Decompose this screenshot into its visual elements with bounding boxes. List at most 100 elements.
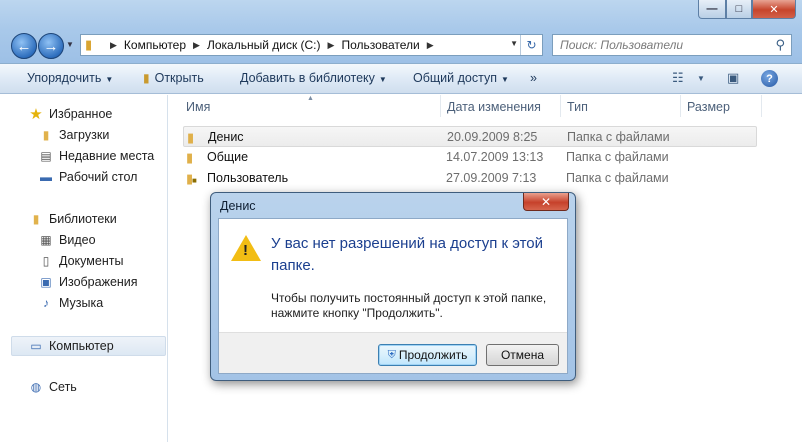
open-folder-icon: ▮	[143, 71, 150, 85]
sort-ascending-icon: ▲	[307, 95, 314, 102]
column-divider[interactable]	[560, 95, 561, 117]
dialog-title: Денис	[220, 199, 256, 213]
pictures-icon: ▣	[40, 275, 52, 289]
sidebar-item-recent-places[interactable]: ▤ Недавние места	[38, 149, 154, 163]
libraries-icon: ▮	[32, 212, 40, 226]
back-button[interactable]: ←	[11, 33, 37, 59]
sidebar-item-label: Музыка	[59, 296, 104, 310]
video-icon: ▦	[40, 233, 52, 247]
sidebar-item-network[interactable]: ◍ Сеть	[28, 380, 77, 394]
close-button[interactable]: ✕	[752, 0, 796, 19]
documents-icon: ▯	[42, 254, 50, 268]
sidebar-item-documents[interactable]: ▯ Документы	[38, 254, 124, 268]
view-dropdown-icon[interactable]: ▼	[697, 74, 705, 83]
sidebar-item-label: Рабочий стол	[59, 170, 138, 184]
downloads-folder-icon: ▮	[42, 128, 50, 142]
sidebar-item-label: Библиотеки	[49, 212, 117, 226]
dialog-close-button[interactable]: ✕	[523, 193, 569, 211]
sidebar-item-downloads[interactable]: ▮ Загрузки	[38, 128, 110, 142]
sidebar-item-label: Избранное	[49, 107, 113, 121]
cancel-button[interactable]: Отмена	[486, 344, 559, 366]
file-name: Пользователь	[207, 171, 289, 185]
desktop-icon: ▬	[40, 170, 52, 184]
chevron-down-icon: ▼	[378, 75, 387, 84]
column-divider[interactable]	[680, 95, 681, 117]
history-dropdown-icon[interactable]: ▼	[66, 40, 74, 49]
table-row[interactable]: ▮ Денис 20.09.2009 8:25 Папка с файлами	[183, 126, 757, 147]
sidebar-item-music[interactable]: ♪ Музыка	[38, 296, 103, 310]
sidebar-item-desktop[interactable]: ▬ Рабочий стол	[38, 170, 137, 184]
breadcrumb-users[interactable]: Пользователи	[341, 38, 419, 52]
table-row[interactable]: ▮ Общие 14.07.2009 13:13 Папка с файлами	[183, 147, 757, 168]
computer-icon: ▭	[30, 339, 42, 353]
address-bar[interactable]: ▮ ▶ Компьютер ▶ Локальный диск (C:) ▶ По…	[80, 34, 543, 56]
uac-shield-icon: ⛨	[387, 348, 396, 361]
column-divider[interactable]	[761, 95, 762, 117]
dialog-message: Чтобы получить постоянный доступ к этой …	[271, 291, 547, 320]
chevron-right-icon[interactable]: ▶	[110, 40, 117, 51]
window-controls: — □ ✕	[698, 0, 796, 19]
network-icon: ◍	[30, 380, 42, 394]
column-header-size[interactable]: Размер	[687, 100, 730, 114]
sidebar-item-favorites[interactable]: ★ Избранное	[28, 106, 113, 123]
search-placeholder: Поиск: Пользователи	[560, 38, 684, 52]
search-input[interactable]: Поиск: Пользователи ⚲	[552, 34, 792, 56]
sidebar-item-computer[interactable]: ▭ Компьютер	[11, 336, 166, 356]
chevron-right-icon[interactable]: ▶	[193, 40, 200, 51]
chevron-down-icon: ▼	[500, 75, 509, 84]
sidebar-item-libraries[interactable]: ▮ Библиотеки	[28, 212, 117, 226]
folder-icon: ▮	[187, 130, 195, 145]
sidebar-item-video[interactable]: ▦ Видео	[38, 233, 96, 247]
maximize-button[interactable]: □	[726, 0, 752, 19]
sidebar-item-label: Сеть	[49, 380, 77, 394]
chevron-down-icon: ▼	[105, 75, 114, 84]
permission-dialog: Денис ✕ ! У вас нет разрешений на доступ…	[210, 192, 576, 381]
file-type: Папка с файлами	[567, 130, 670, 144]
share-button[interactable]: Общий доступ ▼	[413, 71, 509, 85]
continue-label: Продолжить	[398, 348, 468, 362]
dialog-body: ! У вас нет разрешений на доступ к этой …	[218, 218, 568, 374]
more-commands-button[interactable]: »	[530, 71, 537, 85]
add-to-library-button[interactable]: Добавить в библиотеку ▼	[240, 71, 387, 85]
sidebar-item-pictures[interactable]: ▣ Изображения	[38, 275, 137, 289]
dialog-heading: У вас нет разрешений на доступ к этой па…	[271, 235, 544, 274]
folder-icon: ▮	[85, 37, 93, 52]
column-header-type[interactable]: Тип	[567, 100, 588, 114]
minimize-button[interactable]: —	[698, 0, 726, 19]
help-button[interactable]: ?	[761, 70, 778, 87]
column-header-date[interactable]: Дата изменения	[447, 100, 541, 114]
address-dropdown-icon[interactable]: ▼	[510, 39, 518, 48]
breadcrumb-computer[interactable]: Компьютер	[124, 38, 186, 52]
recent-places-icon: ▤	[40, 149, 52, 163]
star-icon: ★	[29, 106, 43, 123]
organize-label: Упорядочить	[27, 71, 102, 85]
table-row[interactable]: ▮ ■ Пользователь 27.09.2009 7:13 Папка с…	[183, 168, 757, 189]
sidebar-item-label: Компьютер	[49, 339, 114, 353]
open-label: Открыть	[154, 71, 204, 85]
continue-button[interactable]: ⛨ Продолжить	[378, 344, 477, 366]
preview-pane-icon[interactable]: ▣	[727, 70, 739, 86]
music-icon: ♪	[43, 296, 49, 310]
dialog-footer: ⛨ Продолжить Отмена	[219, 332, 567, 373]
share-label: Общий доступ	[413, 71, 497, 85]
organize-button[interactable]: Упорядочить ▼	[27, 71, 113, 85]
chevron-right-icon[interactable]: ▶	[328, 40, 335, 51]
view-options-icon[interactable]: ☷	[672, 70, 684, 86]
column-header-name[interactable]: Имя	[186, 100, 210, 114]
open-button[interactable]: ▮ Открыть	[143, 71, 204, 85]
warning-exclamation: !	[243, 242, 248, 259]
chevron-right-icon[interactable]: ▶	[427, 40, 434, 51]
refresh-icon[interactable]: ↻	[520, 35, 542, 55]
navigation-pane: ★ Избранное ▮ Загрузки ▤ Недавние места ▬ Ра…	[0, 95, 168, 442]
file-date: 14.07.2009 13:13	[446, 150, 544, 164]
sidebar-item-label: Видео	[59, 233, 96, 247]
breadcrumb-local-disk[interactable]: Локальный диск (C:)	[207, 38, 321, 52]
window-titlebar: — □ ✕ ← → ▼ ▮ ▶ Компьютер ▶ Локальный ди…	[0, 0, 802, 64]
search-icon[interactable]: ⚲	[775, 37, 785, 53]
column-divider[interactable]	[440, 95, 441, 117]
forward-button[interactable]: →	[38, 33, 64, 59]
add-to-library-label: Добавить в библиотеку	[240, 71, 375, 85]
file-date: 27.09.2009 7:13	[446, 171, 537, 185]
file-name: Общие	[207, 150, 249, 164]
lock-icon: ■	[192, 176, 197, 185]
